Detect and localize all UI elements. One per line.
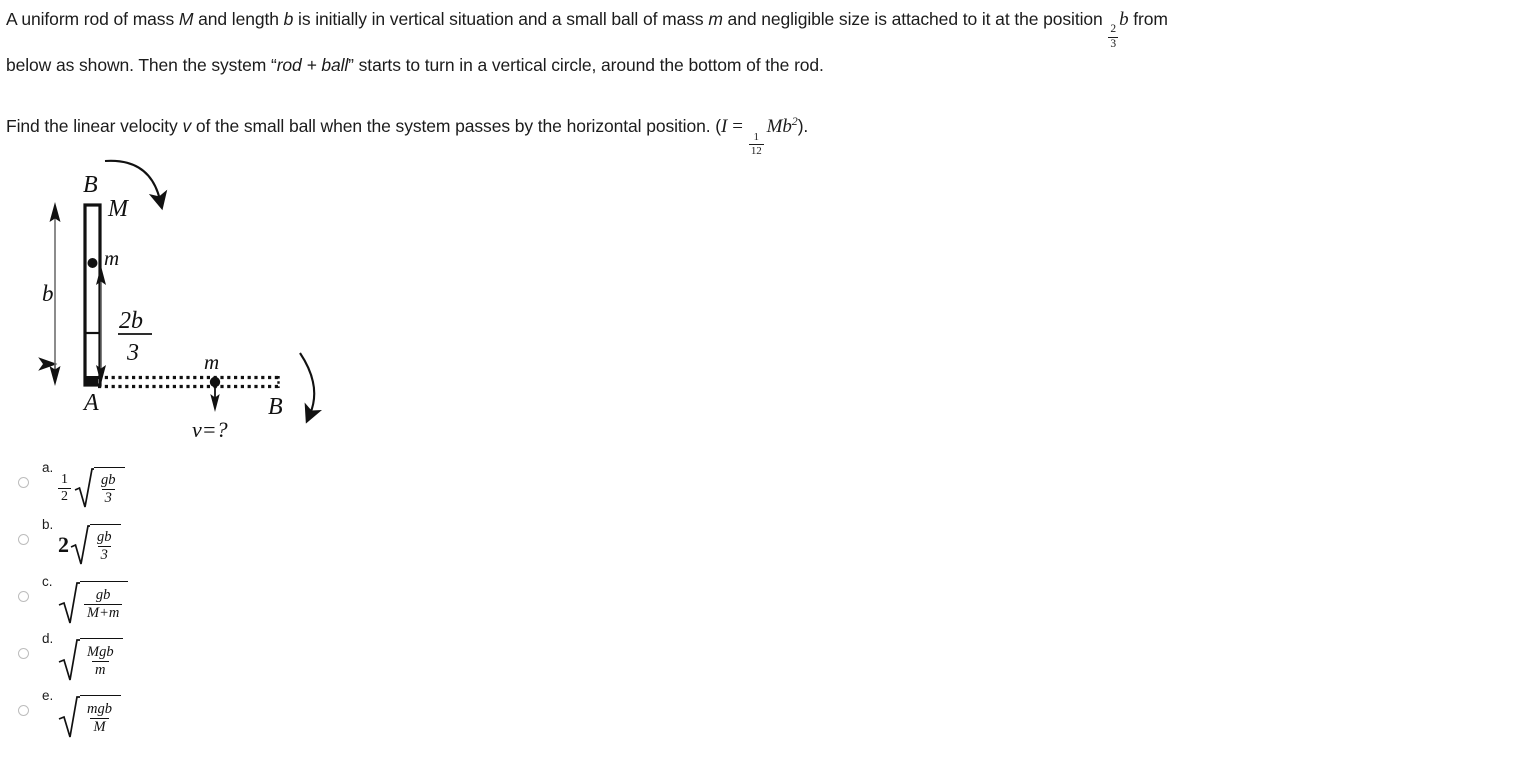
rod-horizontal-dotted [98,375,280,389]
option-letter-e: e. [42,688,54,703]
question-line-1: A uniform rod of mass M and length b is … [6,4,1516,50]
coefficient-fraction-a: 1 2 [58,471,71,504]
fraction-numerator: 2 [1110,23,1117,36]
fraction-denominator: 3 [1108,36,1119,50]
figure-label-b: b [42,281,54,306]
question-text-segment: below as shown. Then the system “ [6,55,277,76]
figure-label-velocity: v=? [192,417,228,442]
symbol-b-length: b [283,9,294,29]
coefficient-numerator: 1 [61,471,68,487]
coefficient-number-b: 2 [58,532,69,557]
question-text-segment: from [1128,9,1168,29]
option-row-c[interactable]: c. gb M+m [0,569,500,626]
answer-options-list: a. 1 2 gb 3 b. 2 gb 3 c. gb M+m d. Mgb m… [0,455,500,740]
question-body: A uniform rod of mass M and length b is … [6,4,1516,157]
question-text-segment: ). [797,116,809,137]
rotation-arrow-right [299,352,322,424]
option-row-a[interactable]: a. 1 2 gb 3 [0,455,500,512]
pivot-point-A [86,376,98,385]
fraction-numerator: 1 [753,130,760,143]
radicand-c: gb M+m [80,581,129,625]
radical-a: gb 3 [74,467,125,509]
fraction-denominator: 12 [748,143,764,157]
question-text-segment: and negligible size is attached to it at… [722,9,1108,29]
radical-sign-icon [58,582,80,624]
radio-button-d[interactable] [18,648,29,659]
radicand-denominator: m [92,661,109,678]
radicand-numerator: gb [101,471,116,488]
velocity-arrow [210,388,220,412]
fraction-two-thirds: 23 [1108,23,1119,50]
radical-sign-icon [58,639,80,681]
radicand-d: Mgb m [80,638,123,682]
figure-label-A: A [82,390,99,416]
option-letter-b: b. [42,517,54,532]
question-text-segment: A uniform rod of mass [6,9,179,29]
question-line-2: below as shown. Then the system “rod + b… [6,50,1516,81]
symbol-m: m [708,9,723,29]
figure-label-fraction-2b-3: 2b 3 [118,308,152,366]
option-expression-a: 1 2 gb 3 [58,467,125,509]
figure-label-m-rod: m [104,246,119,270]
option-letter-d: d. [42,631,54,646]
radio-button-b[interactable] [18,534,29,545]
option-expression-e: mgb M [58,695,121,739]
question-text-segment: Find the linear velocity [6,116,183,137]
option-row-d[interactable]: d. Mgb m [0,626,500,683]
question-text-segment: ” starts to turn in a vertical circle, a… [348,55,824,76]
figure-label-M: M [107,196,130,222]
fraction-denominator-3: 3 [126,340,139,366]
radical-c: gb M+m [58,581,129,625]
fraction-one-twelfth: 1 12 [748,130,764,157]
radicand-numerator: gb [95,586,111,603]
option-expression-d: Mgb m [58,638,123,682]
radio-button-a[interactable] [18,477,29,488]
fraction-numerator-2b: 2b [119,308,143,334]
option-row-b[interactable]: b. 2 gb 3 [0,512,500,569]
radicand-denominator: 3 [101,489,115,506]
radical-sign-icon [58,696,80,738]
radicand-numerator: Mgb [87,643,114,660]
figure-label-B-top: B [83,172,98,198]
symbol-v: v [182,116,192,137]
figure-label-B-right: B [268,394,283,420]
coefficient-denominator: 2 [58,487,71,504]
radicand-e: mgb M [80,695,121,739]
rotation-arrow-top [104,159,168,211]
question-text-segment: of the small ball when the system passes… [191,116,721,137]
ball-horizontal [209,376,221,388]
option-letter-a: a. [42,460,54,475]
symbol-b-inertia: b [782,116,792,138]
radicand-denominator: 3 [97,546,111,563]
radicand-a: gb 3 [94,467,125,509]
radical-d: Mgb m [58,638,123,682]
symbol-M: M [178,9,194,29]
phrase-rod-plus-ball: rod + ball [276,55,349,76]
ball-on-rod [87,258,98,268]
radicand-denominator: M [90,718,109,735]
symbol-I: I [720,116,728,138]
figure-label-m-horizontal: m [204,350,219,374]
radical-sign-icon [74,468,94,508]
symbol-M-inertia: M [766,116,783,138]
equals-sign: = [732,116,743,138]
radical-b: gb 3 [70,524,121,566]
option-row-e[interactable]: e. mgb M [0,683,500,740]
radicand-b: gb 3 [90,524,121,566]
option-letter-c: c. [42,574,53,589]
radicand-numerator: mgb [87,700,112,717]
radio-button-c[interactable] [18,591,29,602]
option-expression-b: 2 gb 3 [58,524,121,566]
option-expression-c: gb M+m [58,581,129,625]
question-text-segment: is initially in vertical situation and a… [293,9,709,29]
radicand-numerator: gb [97,528,112,545]
radical-sign-icon [70,525,90,565]
question-text-segment: and length [193,9,284,29]
radicand-denominator: M+m [84,604,123,621]
radio-button-e[interactable] [18,705,29,716]
physics-diagram: b B M m A 2b 3 m B v=? [0,148,400,448]
rod-vertical [83,203,102,387]
radical-e: mgb M [58,695,121,739]
